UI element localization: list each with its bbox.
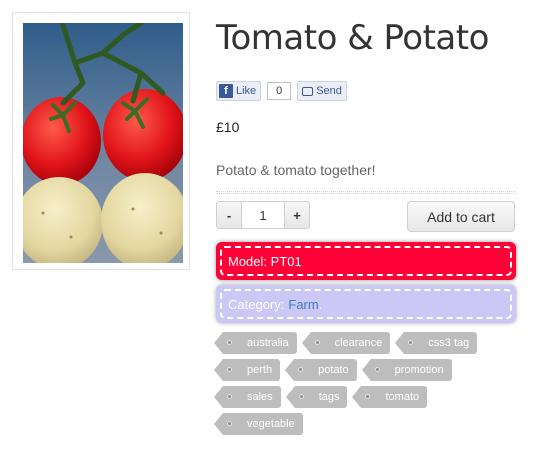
quantity-increase-button[interactable]: + [284, 201, 310, 229]
product-photo[interactable] [23, 23, 183, 263]
tag-clearance[interactable]: clearance [301, 332, 391, 354]
tag-hole-icon [227, 340, 232, 345]
social-buttons: f Like 0 Send [216, 81, 347, 101]
tag-hole-icon [227, 394, 232, 399]
tag-row: sales tags tomato [214, 386, 523, 408]
tag-hole-icon [365, 394, 371, 399]
model-label: Model: [228, 253, 268, 269]
tag-hole-icon [298, 367, 304, 372]
tag-australia[interactable]: australia [214, 332, 297, 354]
divider [216, 191, 516, 194]
send-label: Send [316, 85, 342, 97]
tag-sales[interactable]: sales [214, 386, 281, 408]
tag-hole-icon [298, 394, 304, 399]
category-link[interactable]: Farm [288, 297, 318, 312]
tag-vegetable[interactable]: vegetable [214, 413, 303, 435]
tag-row: perth potato promotion [213, 359, 523, 381]
tag-perth[interactable]: perth [213, 359, 281, 381]
product-image-frame[interactable] [12, 12, 190, 270]
facebook-like-button[interactable]: f Like [216, 81, 262, 101]
category-box: Category: Farm. [216, 285, 516, 323]
like-count: 0 [267, 82, 292, 100]
like-label: Like [236, 85, 257, 97]
add-to-cart-button[interactable]: Add to cart [407, 201, 515, 232]
facebook-icon: f [219, 84, 233, 98]
quantity-stepper: - + [216, 201, 310, 229]
tag-row: vegetable [214, 413, 523, 435]
model-box: Model: PT01 [216, 242, 516, 280]
model-value: PT01 [270, 253, 302, 269]
tag-promotion[interactable]: promotion [361, 359, 452, 381]
product-description: Potato & tomato together! [216, 162, 376, 178]
tag-hole-icon [227, 367, 232, 372]
tag-hole-icon [408, 340, 414, 345]
product-price: £10 [216, 119, 240, 135]
tag-css3-tag[interactable]: css3 tag [395, 332, 478, 354]
quantity-input[interactable] [242, 201, 284, 229]
tag-row: australia clearance css3 tag [214, 332, 523, 354]
product-title: Tomato & Potato [216, 18, 489, 58]
quantity-decrease-button[interactable]: - [216, 201, 242, 229]
category-label: Category: [228, 296, 285, 312]
tag-tags[interactable]: tags [285, 386, 348, 408]
category-info: Category: Farm. [220, 289, 512, 319]
tag-tomato[interactable]: tomato [352, 386, 428, 408]
tag-hole-icon [314, 340, 320, 345]
tag-hole-icon [227, 421, 232, 426]
facebook-send-button[interactable]: Send [297, 81, 347, 101]
tag-hole-icon [374, 367, 380, 372]
tag-potato[interactable]: potato [285, 359, 357, 381]
tag-cloud: australia clearance css3 tag perth potat… [213, 332, 523, 440]
send-icon [302, 86, 314, 96]
model-info: Model: PT01 [220, 246, 512, 276]
